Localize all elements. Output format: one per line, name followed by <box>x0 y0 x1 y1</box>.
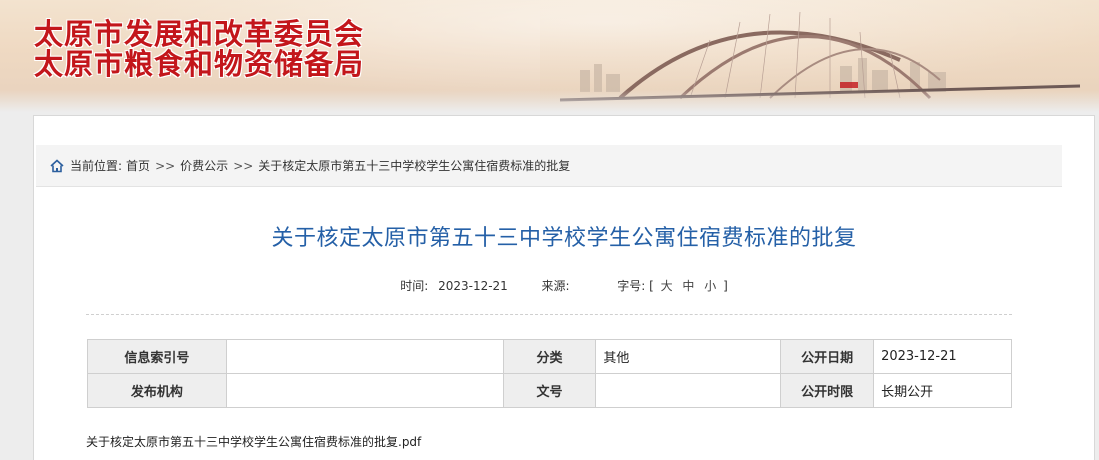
info-date-value: 2023-12-21 <box>873 339 1012 374</box>
info-row: 发布机构 文号 公开时限 长期公开 <box>87 373 1012 408</box>
site-banner: 太原市发展和改革委员会 太原市粮食和物资储备局 <box>0 0 1099 112</box>
info-category-label: 分类 <box>502 339 597 374</box>
article-meta: 时间: 2023-12-21 来源: 字号: [ 大 中 小 ] <box>34 277 1094 294</box>
info-scope-label: 公开时限 <box>780 373 875 408</box>
breadcrumb-separator: >> <box>155 158 176 173</box>
time-label: 时间: <box>400 279 429 293</box>
font-size-small-button[interactable]: 小 <box>704 279 716 293</box>
home-icon <box>50 158 64 172</box>
info-scope-value: 长期公开 <box>873 373 1012 408</box>
info-doc-no-value <box>595 373 782 408</box>
meta-divider <box>86 314 1012 315</box>
info-index-value <box>225 339 504 374</box>
article-title: 关于核定太原市第五十三中学校学生公寓住宿费标准的批复 <box>271 226 857 251</box>
info-row: 信息索引号 分类 其他 公开日期 2023-12-21 <box>87 339 1012 374</box>
breadcrumb-prefix: 当前位置: <box>70 159 123 173</box>
breadcrumb-current-page[interactable]: 关于核定太原市第五十三中学校学生公寓住宿费标准的批复 <box>258 157 570 174</box>
time-value: 2023-12-21 <box>438 279 508 293</box>
font-size-label: 字号: <box>617 279 646 293</box>
breadcrumb-category-link[interactable]: 价费公示 <box>180 157 228 174</box>
info-publisher-label: 发布机构 <box>87 373 227 408</box>
breadcrumb: 当前位置: 首页 >> 价费公示 >> 关于核定太原市第五十三中学校学生公寓住宿… <box>36 145 1062 187</box>
attachment-link[interactable]: 关于核定太原市第五十三中学校学生公寓住宿费标准的批复.pdf <box>86 433 421 450</box>
info-category-value: 其他 <box>595 339 782 374</box>
info-publisher-value <box>225 373 504 408</box>
font-size-bracket-close: ] <box>723 279 728 293</box>
info-doc-no-label: 文号 <box>502 373 597 408</box>
info-table: 信息索引号 分类 其他 公开日期 2023-12-21 发布机构 文号 公开时限… <box>87 339 1012 408</box>
font-size-medium-button[interactable]: 中 <box>682 279 694 293</box>
breadcrumb-home-link[interactable]: 首页 <box>126 157 150 174</box>
font-size-large-button[interactable]: 大 <box>661 279 673 293</box>
info-index-label: 信息索引号 <box>87 339 227 374</box>
content-panel: 当前位置: 首页 >> 价费公示 >> 关于核定太原市第五十三中学校学生公寓住宿… <box>33 115 1095 460</box>
info-date-label: 公开日期 <box>780 339 875 374</box>
font-size-bracket-open: [ <box>649 279 654 293</box>
source-label: 来源: <box>541 279 570 293</box>
org-name-line-1: 太原市发展和改革委员会 <box>34 17 365 51</box>
banner-bottom-fade <box>0 90 1099 112</box>
breadcrumb-separator: >> <box>233 158 254 173</box>
org-name-line-2: 太原市粮食和物资储备局 <box>34 47 365 81</box>
